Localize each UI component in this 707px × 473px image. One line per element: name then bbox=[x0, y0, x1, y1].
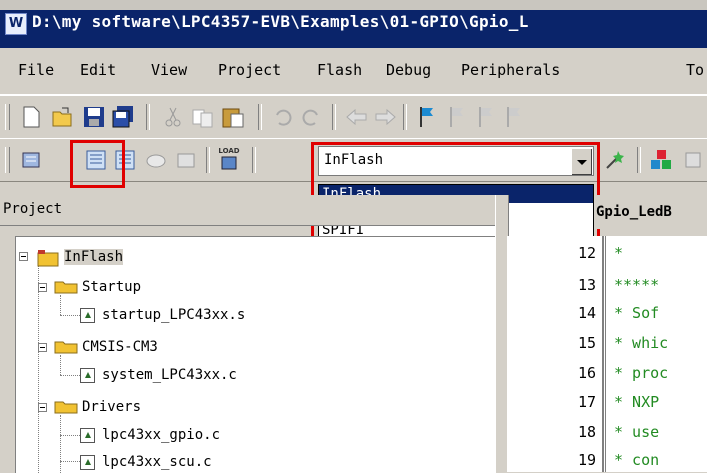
menu-project[interactable]: Project bbox=[218, 61, 281, 79]
folder-icon bbox=[54, 281, 78, 294]
stop-build-icon[interactable] bbox=[173, 147, 199, 173]
tree-file-scu[interactable]: lpc43xx_scu.c bbox=[102, 454, 212, 470]
line-number: 13 bbox=[577, 276, 596, 294]
target-folder-icon bbox=[37, 250, 59, 267]
toolbar-separator bbox=[403, 104, 407, 130]
prev-bookmark-icon[interactable] bbox=[443, 104, 469, 130]
line-number-gutter: 12 13 14 15 16 17 18 19 bbox=[507, 236, 603, 472]
line-number: 18 bbox=[577, 423, 596, 441]
title-bar-top-strip bbox=[0, 0, 707, 10]
copy-icon[interactable] bbox=[190, 104, 216, 130]
tree-connector bbox=[60, 415, 61, 473]
new-file-icon[interactable] bbox=[18, 104, 44, 130]
code-line: * use bbox=[614, 423, 660, 441]
download-load-icon[interactable]: LOAD bbox=[216, 147, 242, 173]
source-file-icon bbox=[80, 455, 95, 470]
project-panel-header: Project bbox=[0, 195, 500, 226]
manage-components-icon[interactable] bbox=[648, 147, 674, 173]
clear-bookmarks-icon[interactable] bbox=[500, 104, 526, 130]
tree-group-cmsis[interactable]: CMSIS-CM3 bbox=[82, 339, 158, 355]
redo-icon[interactable] bbox=[298, 104, 324, 130]
tree-connector bbox=[60, 461, 80, 462]
source-file-icon bbox=[80, 428, 95, 443]
tree-connector bbox=[60, 435, 80, 436]
menu-edit[interactable]: Edit bbox=[80, 61, 116, 79]
menu-bar: File Edit View Project Flash Debug Perip… bbox=[0, 48, 707, 95]
code-line: * NXP bbox=[614, 393, 660, 411]
menu-file[interactable]: File bbox=[18, 61, 54, 79]
tree-target-inflash[interactable]: InFlash bbox=[64, 249, 124, 265]
tree-group-drivers[interactable]: Drivers bbox=[82, 399, 141, 415]
project-tree: InFlash Startup startup_LPC43xx.s CMSIS-… bbox=[15, 236, 496, 473]
tree-connector bbox=[60, 295, 61, 315]
line-number: 12 bbox=[577, 244, 596, 262]
collapse-toggle-icon[interactable] bbox=[38, 283, 47, 292]
window-title: D:\my software\LPC4357-EVB\Examples\01-G… bbox=[32, 12, 529, 31]
tree-group-startup[interactable]: Startup bbox=[82, 279, 141, 295]
navigate-back-icon[interactable] bbox=[344, 104, 370, 130]
collapse-toggle-icon[interactable] bbox=[19, 252, 28, 261]
load-icon-label: LOAD bbox=[218, 147, 240, 155]
file-toolbar bbox=[0, 95, 707, 139]
load-arrow-icon bbox=[221, 156, 237, 170]
toolbar-separator bbox=[637, 147, 641, 173]
open-folder-icon[interactable] bbox=[50, 104, 76, 130]
code-editor[interactable]: * ***** * Sof * whic * proc * NXP * use … bbox=[603, 236, 707, 472]
editor-tab-label: Gpio_LedB bbox=[596, 204, 672, 220]
title-bar: W D:\my software\LPC4357-EVB\Examples\01… bbox=[0, 0, 707, 48]
tree-file-startup[interactable]: startup_LPC43xx.s bbox=[102, 307, 245, 323]
tree-file-gpio[interactable]: lpc43xx_gpio.c bbox=[102, 427, 220, 443]
next-bookmark-icon[interactable] bbox=[472, 104, 498, 130]
menu-tools[interactable]: To bbox=[686, 61, 704, 79]
paste-icon[interactable] bbox=[220, 104, 246, 130]
menu-flash[interactable]: Flash bbox=[317, 61, 362, 79]
menu-debug[interactable]: Debug bbox=[386, 61, 431, 79]
toolbar-grip[interactable] bbox=[5, 147, 10, 173]
bookmark-flag-icon[interactable] bbox=[413, 104, 439, 130]
navigate-forward-icon[interactable] bbox=[372, 104, 398, 130]
line-number: 17 bbox=[577, 393, 596, 411]
undo-icon[interactable] bbox=[270, 104, 296, 130]
toolbar-separator bbox=[146, 104, 150, 130]
menu-peripherals[interactable]: Peripherals bbox=[461, 61, 560, 79]
tree-connector bbox=[38, 261, 39, 473]
editor-tab[interactable]: Gpio_LedB bbox=[596, 195, 707, 229]
line-number: 16 bbox=[577, 364, 596, 382]
line-number: 19 bbox=[577, 451, 596, 469]
tree-file-system[interactable]: system_LPC43xx.c bbox=[102, 367, 237, 383]
toolbar-separator bbox=[332, 104, 336, 130]
save-icon[interactable] bbox=[81, 104, 107, 130]
project-panel-title: Project bbox=[3, 201, 63, 217]
code-line: * Sof bbox=[614, 304, 660, 322]
menu-view[interactable]: View bbox=[151, 61, 187, 79]
code-line: * con bbox=[614, 451, 660, 469]
line-number: 15 bbox=[577, 334, 596, 352]
tree-connector bbox=[60, 375, 80, 376]
toolbar-separator bbox=[252, 147, 256, 173]
code-line: * whic bbox=[614, 334, 669, 352]
code-line: ***** bbox=[614, 276, 660, 294]
toolbar-grip[interactable] bbox=[5, 104, 10, 130]
code-line: * bbox=[614, 244, 624, 262]
cut-icon[interactable] bbox=[160, 104, 186, 130]
source-file-icon bbox=[80, 368, 95, 383]
save-all-icon[interactable] bbox=[110, 104, 136, 130]
batch-build-icon[interactable] bbox=[143, 147, 169, 173]
toolbar-separator bbox=[258, 104, 262, 130]
toolbar-separator bbox=[206, 147, 210, 173]
folder-icon bbox=[54, 401, 78, 414]
more-tools-icon[interactable] bbox=[680, 147, 706, 173]
target-options-icon[interactable] bbox=[602, 147, 628, 173]
code-line: * proc bbox=[614, 364, 669, 382]
folder-icon bbox=[54, 341, 78, 354]
tree-connector bbox=[60, 355, 61, 375]
app-icon: W bbox=[5, 13, 27, 35]
highlight-box-build bbox=[70, 140, 125, 188]
translate-icon[interactable] bbox=[18, 147, 44, 173]
line-number: 14 bbox=[577, 304, 596, 322]
source-file-icon bbox=[80, 308, 95, 323]
tree-connector bbox=[60, 315, 80, 316]
collapse-toggle-icon[interactable] bbox=[38, 343, 47, 352]
collapse-toggle-icon[interactable] bbox=[38, 403, 47, 412]
